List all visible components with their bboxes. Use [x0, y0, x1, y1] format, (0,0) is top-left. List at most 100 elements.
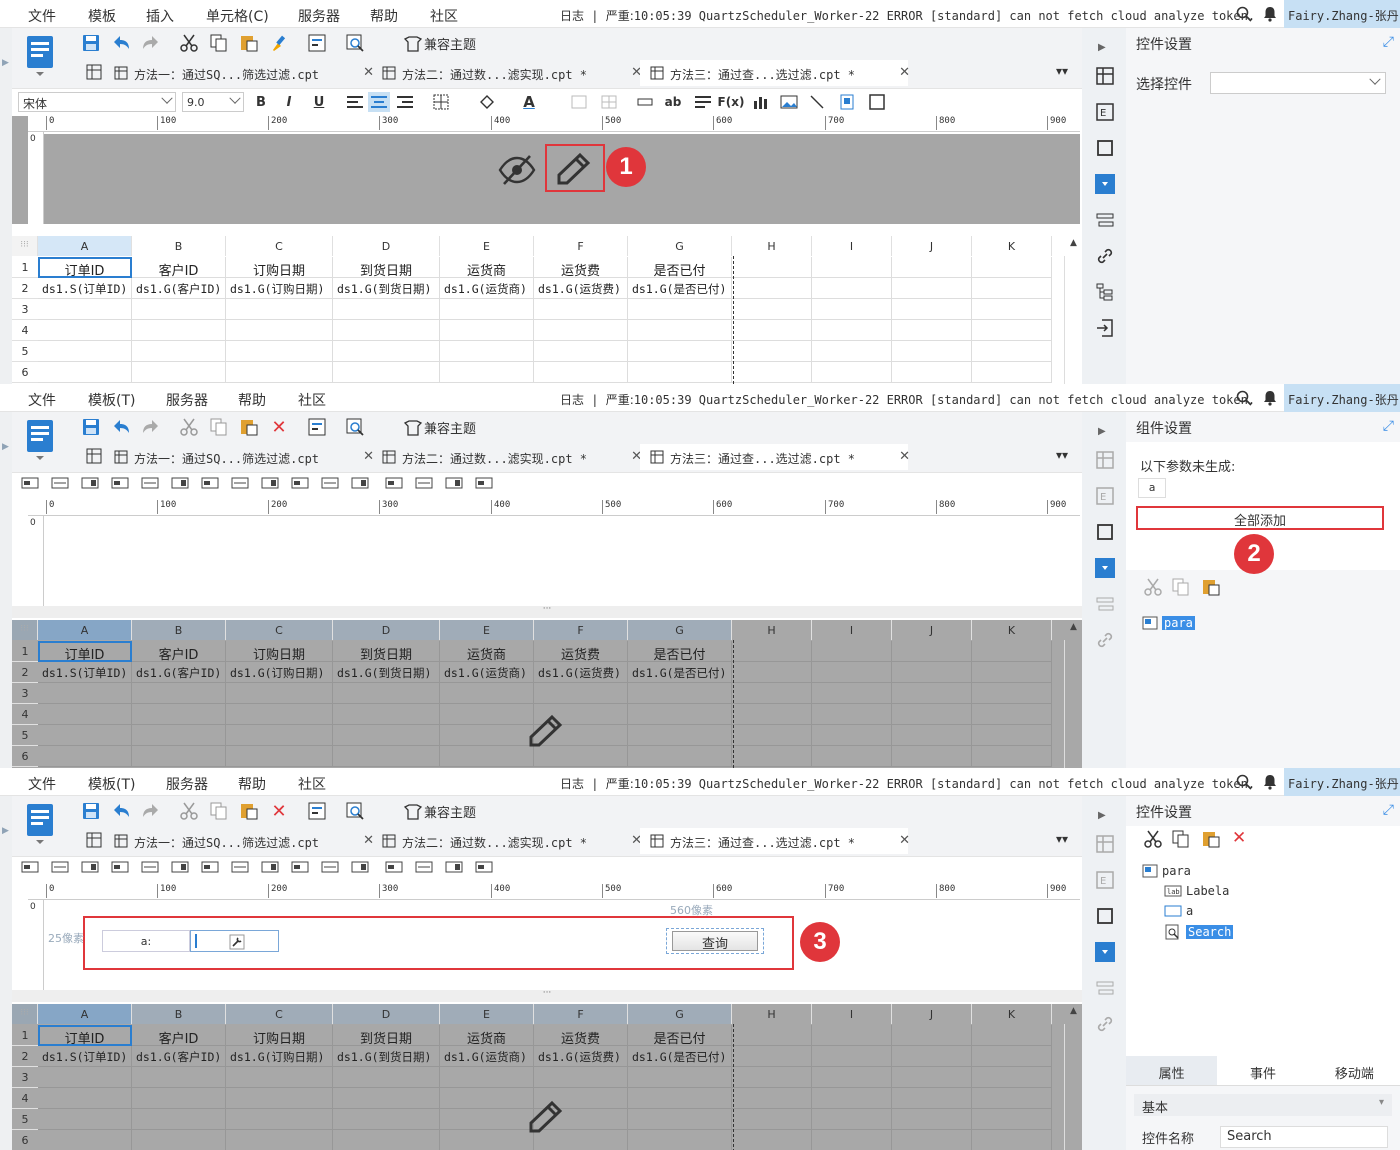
empty-cell[interactable] — [628, 320, 732, 341]
empty-cell[interactable] — [628, 683, 732, 704]
widget-attr-icon[interactable] — [1095, 906, 1115, 926]
header-cell[interactable]: 客户ID — [132, 1025, 226, 1046]
tab-mobile[interactable]: 移动端 — [1309, 1056, 1400, 1085]
column-header-J[interactable]: J — [892, 620, 972, 640]
text-cell-icon[interactable] — [634, 92, 656, 112]
format-brush-icon[interactable] — [268, 32, 290, 54]
tree-item-labela[interactable]: lab Labela — [1164, 884, 1229, 898]
empty-cell[interactable] — [812, 1130, 892, 1150]
user-name[interactable]: Fairy.Zhang-张丹 — [1284, 384, 1400, 412]
column-header-A[interactable]: A — [38, 620, 132, 640]
save-icon[interactable] — [80, 416, 102, 438]
header-cell[interactable]: 订购日期 — [226, 257, 333, 278]
slash-icon[interactable] — [806, 92, 828, 112]
empty-cell[interactable] — [732, 1025, 812, 1046]
menu-community[interactable]: 社区 — [298, 390, 326, 410]
empty-cell[interactable] — [972, 1067, 1052, 1088]
user-name[interactable]: Fairy.Zhang-张丹 — [1284, 0, 1400, 28]
empty-cell[interactable] — [972, 1130, 1052, 1150]
empty-cell[interactable] — [226, 746, 333, 767]
template-icon[interactable] — [24, 802, 56, 846]
edit-pencil-icon[interactable] — [528, 1100, 564, 1134]
button-widget-icon[interactable] — [474, 858, 494, 876]
cell-element-icon[interactable]: E — [1095, 102, 1115, 122]
expand-right-icon[interactable]: ▶ — [1098, 810, 1106, 821]
data-cell[interactable]: ds1.G(到货日期) — [333, 278, 440, 299]
column-header-C[interactable]: C — [226, 1004, 333, 1024]
empty-cell[interactable] — [732, 1109, 812, 1130]
menu-help[interactable]: 帮助 — [238, 390, 266, 410]
header-cell[interactable]: 运货费 — [534, 257, 628, 278]
menu-community[interactable]: 社区 — [430, 6, 458, 26]
hide-eye-icon[interactable] — [498, 153, 536, 187]
text-file-widget-icon[interactable] — [320, 858, 340, 876]
empty-cell[interactable] — [892, 257, 972, 278]
undo-icon[interactable] — [110, 800, 132, 822]
sub-report-icon[interactable] — [836, 92, 858, 112]
empty-cell[interactable] — [812, 1025, 892, 1046]
empty-cell[interactable] — [534, 362, 628, 383]
empty-cell[interactable] — [628, 362, 732, 383]
empty-cell[interactable] — [732, 662, 812, 683]
empty-cell[interactable] — [38, 1130, 132, 1150]
data-cell[interactable]: ds1.G(到货日期) — [333, 1046, 440, 1067]
column-header-H[interactable]: H — [732, 1004, 812, 1024]
row-header-3[interactable]: 3 — [12, 299, 38, 320]
header-cell[interactable]: 订单ID — [38, 641, 132, 662]
empty-cell[interactable] — [534, 746, 628, 767]
grid-icon[interactable] — [86, 832, 102, 848]
checkbox-widget-icon[interactable] — [290, 858, 310, 876]
empty-cell[interactable] — [732, 1067, 812, 1088]
empty-cell[interactable] — [812, 341, 892, 362]
splitter-handle[interactable]: ··· — [12, 605, 1082, 618]
label-widget-icon[interactable] — [50, 858, 70, 876]
align-right-icon[interactable] — [394, 92, 416, 112]
column-header-E[interactable]: E — [440, 1004, 534, 1024]
image-icon[interactable] — [778, 92, 800, 112]
menu-template[interactable]: 模板 — [88, 6, 116, 26]
column-header-C[interactable]: C — [226, 620, 333, 640]
empty-cell[interactable] — [226, 341, 333, 362]
empty-cell[interactable] — [534, 341, 628, 362]
report-icon[interactable] — [306, 32, 328, 54]
delete-icon[interactable]: ✕ — [1232, 828, 1246, 848]
column-header-D[interactable]: D — [333, 1004, 440, 1024]
empty-cell[interactable] — [628, 341, 732, 362]
empty-cell[interactable] — [972, 746, 1052, 767]
tab-properties[interactable]: 属性 — [1126, 1056, 1218, 1085]
log-message[interactable]: 日志 | 严重:10:05:39 QuartzScheduler_Worker-… — [560, 7, 1255, 24]
empty-cell[interactable] — [892, 341, 972, 362]
font-select[interactable]: 宋体 — [18, 92, 176, 112]
delete-icon[interactable]: ✕ — [268, 416, 290, 438]
row-header-6[interactable]: 6 — [12, 746, 38, 767]
column-header-I[interactable]: I — [812, 236, 892, 256]
empty-cell[interactable] — [628, 746, 732, 767]
combo-widget-icon[interactable] — [110, 858, 130, 876]
undo-icon[interactable] — [110, 32, 132, 54]
menu-file[interactable]: 文件 — [28, 774, 56, 794]
empty-cell[interactable] — [892, 278, 972, 299]
menu-community[interactable]: 社区 — [298, 774, 326, 794]
column-header-E[interactable]: E — [440, 236, 534, 256]
empty-cell[interactable] — [812, 704, 892, 725]
header-cell[interactable]: 订购日期 — [226, 641, 333, 662]
cell-attr-icon[interactable] — [1095, 66, 1115, 86]
header-cell[interactable]: 客户ID — [132, 641, 226, 662]
header-cell[interactable]: 客户ID — [132, 257, 226, 278]
tree-structure-icon[interactable] — [1095, 282, 1115, 302]
empty-cell[interactable] — [628, 1109, 732, 1130]
empty-cell[interactable] — [892, 746, 972, 767]
control-settings-icon[interactable] — [1095, 558, 1115, 578]
row-header-3[interactable]: 3 — [12, 1067, 38, 1088]
empty-cell[interactable] — [812, 299, 892, 320]
empty-cell[interactable] — [972, 641, 1052, 662]
empty-cell[interactable] — [132, 362, 226, 383]
empty-cell[interactable] — [892, 320, 972, 341]
empty-cell[interactable] — [226, 1109, 333, 1130]
empty-cell[interactable] — [132, 1109, 226, 1130]
empty-cell[interactable] — [226, 299, 333, 320]
data-cell[interactable]: ds1.G(到货日期) — [333, 662, 440, 683]
empty-cell[interactable] — [132, 1088, 226, 1109]
align-left-icon[interactable] — [344, 92, 366, 112]
label-widget-icon[interactable] — [50, 474, 70, 492]
